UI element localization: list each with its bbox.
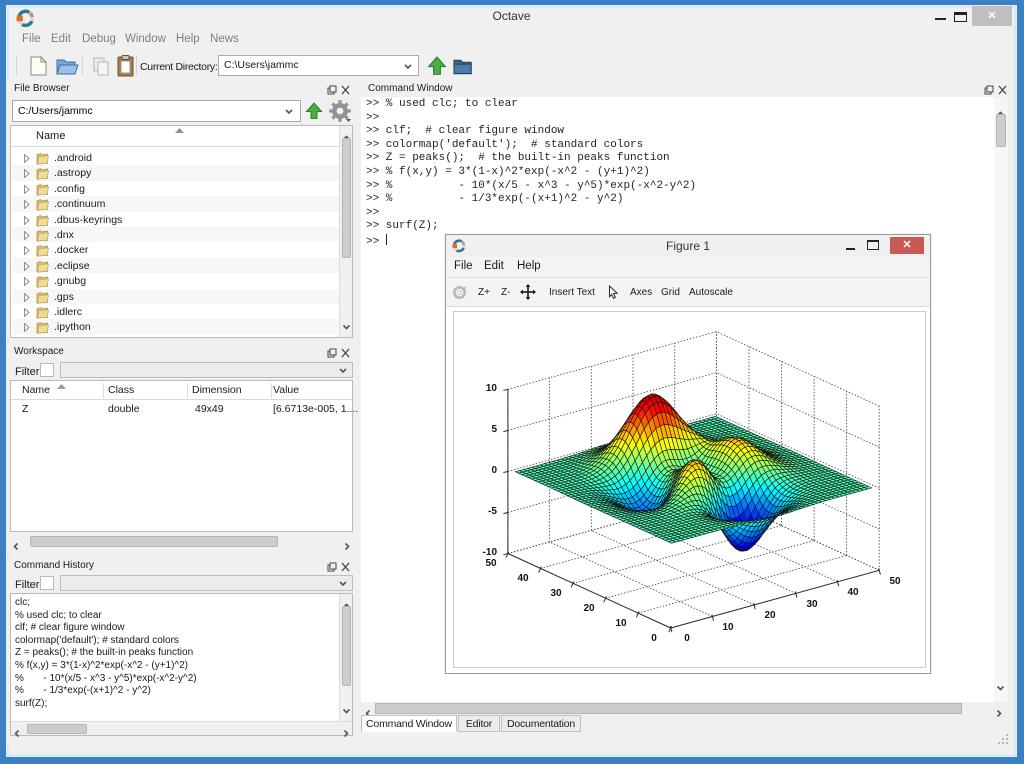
svg-text:50: 50	[889, 576, 901, 587]
svg-text:0: 0	[491, 465, 497, 476]
svg-text:10: 10	[615, 618, 627, 629]
svg-text:-5: -5	[488, 506, 497, 517]
svg-text:20: 20	[583, 603, 595, 614]
svg-text:0: 0	[651, 633, 657, 644]
svg-text:30: 30	[806, 599, 818, 610]
svg-text:10: 10	[486, 383, 498, 394]
svg-text:10: 10	[722, 622, 734, 633]
svg-text:5: 5	[491, 424, 497, 435]
svg-text:40: 40	[847, 587, 859, 598]
svg-text:30: 30	[550, 588, 562, 599]
svg-text:50: 50	[485, 558, 497, 569]
svg-text:-10: -10	[483, 547, 498, 558]
svg-text:0: 0	[684, 633, 690, 644]
svg-text:40: 40	[517, 573, 529, 584]
svg-text:20: 20	[764, 610, 776, 621]
